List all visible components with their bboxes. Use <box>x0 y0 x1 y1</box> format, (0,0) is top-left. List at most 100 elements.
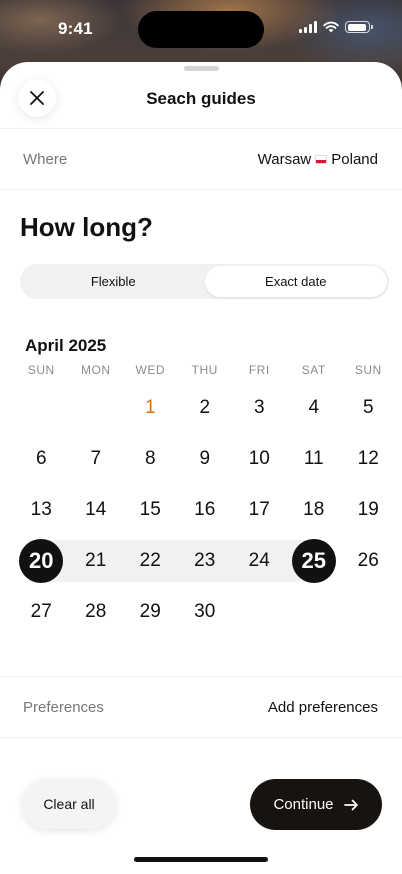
calendar-day[interactable]: 8 <box>123 433 178 484</box>
calendar-day[interactable]: 17 <box>232 484 287 535</box>
calendar-grid: 1 2 3 4 5 6 7 8 9 10 11 12 13 14 15 16 17 18 19 20 21 22 23 24 2… <box>14 382 396 637</box>
calendar-day[interactable]: 23 <box>178 535 233 586</box>
calendar-day[interactable]: 2 <box>178 382 233 433</box>
calendar-week: 6 7 8 9 10 11 12 <box>14 433 396 484</box>
day-number: 11 <box>303 447 324 469</box>
cellular-signal-icon <box>299 21 317 33</box>
day-number: 17 <box>248 498 270 520</box>
date-mode-toggle: Flexible Exact date <box>20 264 389 299</box>
calendar-week: 27 28 29 30 <box>14 586 396 637</box>
continue-button[interactable]: Continue <box>250 779 382 830</box>
calendar-day[interactable]: 24 <box>232 535 287 586</box>
day-number: 14 <box>85 498 107 520</box>
search-sheet: Seach guides Where Warsaw Poland How lon… <box>0 62 402 874</box>
day-number: 16 <box>194 498 216 520</box>
day-number: 26 <box>357 549 379 571</box>
calendar-day[interactable]: 14 <box>69 484 124 535</box>
battery-icon <box>345 21 373 33</box>
where-row[interactable]: Where Warsaw Poland <box>0 128 402 190</box>
day-number: 28 <box>85 600 107 622</box>
calendar-day[interactable]: 18 <box>287 484 342 535</box>
day-number: 20 <box>29 547 54 573</box>
calendar-day[interactable]: 15 <box>123 484 178 535</box>
weekday-header: SUN MON WED THU FRI SAT SUN <box>14 363 396 377</box>
day-number: 9 <box>199 447 211 469</box>
day-number: 1 <box>144 396 156 418</box>
dynamic-island <box>138 11 264 48</box>
day-number: 10 <box>248 447 270 469</box>
calendar-week: 1 2 3 4 5 <box>14 382 396 433</box>
calendar-day[interactable]: 30 <box>178 586 233 637</box>
arrow-right-icon <box>343 799 358 810</box>
day-number: 5 <box>362 396 374 418</box>
calendar-day[interactable]: 28 <box>69 586 124 637</box>
day-number: 2 <box>199 396 211 418</box>
weekday-label: SAT <box>301 363 326 377</box>
calendar-day[interactable]: 1 <box>123 382 178 433</box>
sheet-grabber[interactable] <box>184 66 219 71</box>
day-number: 4 <box>308 396 320 418</box>
preferences-label: Preferences <box>23 699 104 716</box>
where-country: Poland <box>331 151 378 168</box>
calendar-day[interactable]: 29 <box>123 586 178 637</box>
calendar-day[interactable]: 4 <box>287 382 342 433</box>
calendar-day[interactable]: 7 <box>69 433 124 484</box>
day-number: 19 <box>357 498 379 520</box>
day-number: 21 <box>85 549 107 571</box>
how-long-heading: How long? <box>20 212 153 242</box>
calendar-day[interactable]: 9 <box>178 433 233 484</box>
home-indicator <box>134 857 268 862</box>
calendar-day[interactable]: 21 <box>69 535 124 586</box>
poland-flag-icon <box>315 155 328 164</box>
calendar-day[interactable]: 11 <box>287 433 342 484</box>
calendar-day[interactable]: 16 <box>178 484 233 535</box>
add-preferences-link[interactable]: Add preferences <box>268 699 378 716</box>
calendar-day[interactable]: 5 <box>341 382 396 433</box>
calendar-day[interactable]: 13 <box>14 484 69 535</box>
day-number: 29 <box>139 600 161 622</box>
clear-all-button[interactable]: Clear all <box>22 779 116 829</box>
weekday-label: WED <box>135 363 165 377</box>
calendar-day[interactable]: 22 <box>123 535 178 586</box>
day-number: 12 <box>357 447 379 469</box>
where-city: Warsaw <box>257 151 312 168</box>
day-number: 30 <box>194 600 216 622</box>
calendar-day[interactable]: 26 <box>341 535 396 586</box>
weekday-label: THU <box>191 363 218 377</box>
calendar-week: 13 14 15 16 17 18 19 <box>14 484 396 535</box>
preferences-row[interactable]: Preferences Add preferences <box>0 676 402 738</box>
status-time: 9:41 <box>58 19 93 38</box>
segment-flexible[interactable]: Flexible <box>22 266 205 297</box>
segment-exact-date[interactable]: Exact date <box>204 266 387 297</box>
continue-label: Continue <box>273 796 334 813</box>
calendar-day[interactable]: 25 <box>287 535 342 586</box>
status-icons <box>299 21 373 33</box>
calendar-day[interactable]: 12 <box>341 433 396 484</box>
calendar-week: 20 21 22 23 24 25 26 <box>14 535 396 586</box>
weekday-label: FRI <box>248 363 270 377</box>
day-number: 18 <box>303 498 325 520</box>
day-number: 24 <box>248 549 270 571</box>
month-label: April 2025 <box>25 336 107 355</box>
day-number: 13 <box>30 498 52 520</box>
day-number: 6 <box>35 447 47 469</box>
day-number: 15 <box>139 498 161 520</box>
calendar-day[interactable]: 19 <box>341 484 396 535</box>
calendar-day[interactable]: 3 <box>232 382 287 433</box>
calendar-day[interactable]: 20 <box>14 535 69 586</box>
where-value: Warsaw Poland <box>258 151 378 168</box>
weekday-label: MON <box>81 363 111 377</box>
sheet-title: Seach guides <box>146 89 256 108</box>
calendar-day[interactable]: 10 <box>232 433 287 484</box>
calendar-day[interactable]: 6 <box>14 433 69 484</box>
weekday-label: SUN <box>354 363 382 377</box>
day-number: 27 <box>30 600 52 622</box>
weekday-label: SUN <box>27 363 55 377</box>
calendar-day[interactable]: 27 <box>14 586 69 637</box>
day-number: 3 <box>253 396 265 418</box>
day-number: 8 <box>144 447 156 469</box>
where-label: Where <box>23 151 68 168</box>
wifi-icon <box>323 21 339 33</box>
status-bar: 9:41 <box>0 0 402 58</box>
day-number: 23 <box>194 549 216 571</box>
